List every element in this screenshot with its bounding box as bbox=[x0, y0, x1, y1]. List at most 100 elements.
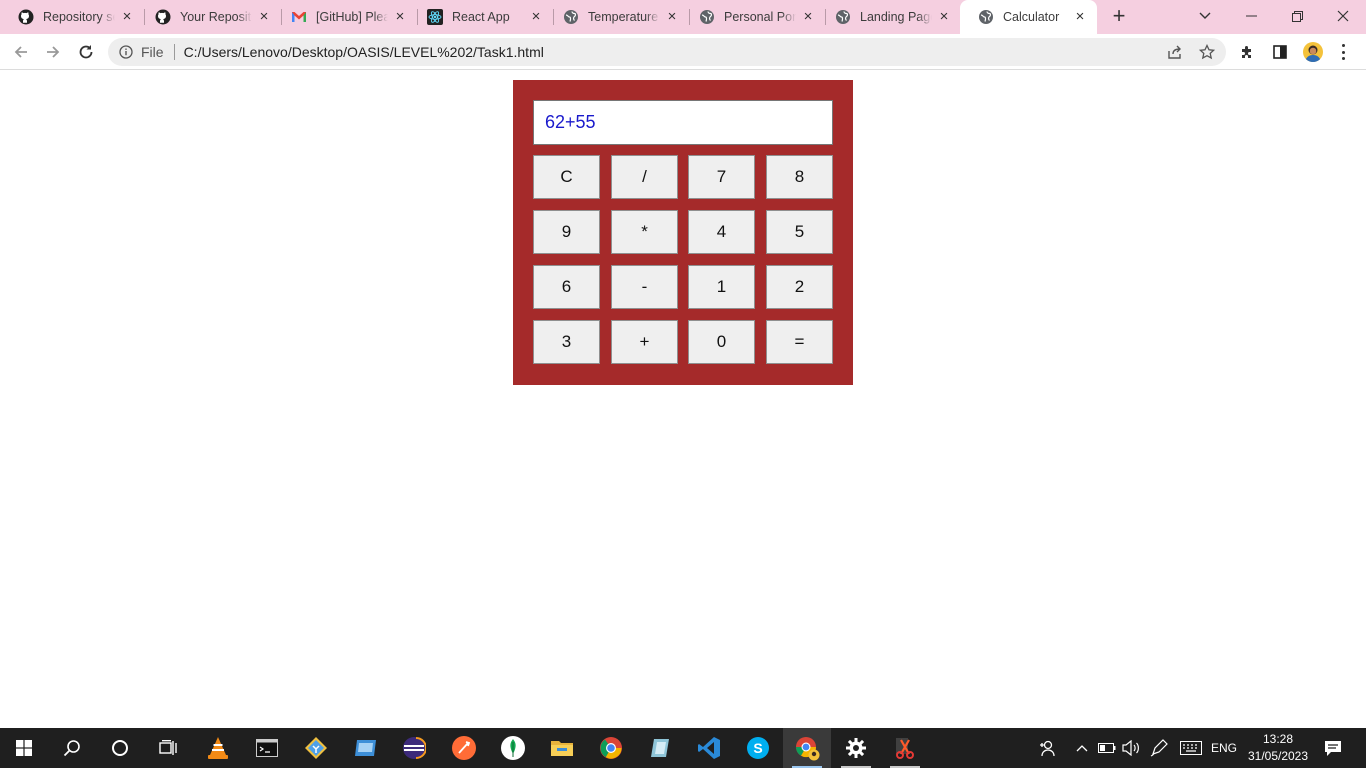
key-7[interactable]: 7 bbox=[688, 155, 755, 199]
tab-repository-search[interactable]: Repository se × bbox=[0, 0, 145, 34]
chrome-profile-icon bbox=[795, 737, 820, 761]
key-subtract[interactable]: - bbox=[611, 265, 678, 309]
tab-landing-page[interactable]: Landing Page × bbox=[817, 0, 961, 34]
show-hidden-icons-button[interactable] bbox=[1072, 728, 1092, 768]
git-app[interactable] bbox=[292, 728, 340, 768]
calculator-display[interactable] bbox=[533, 100, 833, 145]
tab-react-app[interactable]: React App × bbox=[409, 0, 554, 34]
glass-app[interactable] bbox=[636, 728, 684, 768]
notification-icon bbox=[1325, 741, 1341, 756]
tab-label: Repository se bbox=[43, 10, 115, 24]
key-3[interactable]: 3 bbox=[533, 320, 600, 364]
terminal-icon bbox=[256, 739, 278, 757]
postman-app[interactable] bbox=[440, 728, 488, 768]
tab-close-icon[interactable]: × bbox=[1073, 9, 1087, 24]
key-5[interactable]: 5 bbox=[766, 210, 833, 254]
vscode-app[interactable] bbox=[685, 728, 733, 768]
info-icon[interactable] bbox=[119, 45, 133, 59]
key-add[interactable]: + bbox=[611, 320, 678, 364]
system-clock[interactable]: 13:28 31/05/2023 bbox=[1244, 731, 1312, 765]
side-panel-icon[interactable] bbox=[1270, 42, 1290, 62]
tab-personal-portfolio[interactable]: Personal Port × bbox=[681, 0, 826, 34]
scissors-icon bbox=[896, 738, 914, 759]
search-button[interactable] bbox=[48, 728, 96, 768]
mongodb-compass-app[interactable] bbox=[489, 728, 537, 768]
address-bar[interactable]: File C:/Users/Lenovo/Desktop/OASIS/LEVEL… bbox=[108, 38, 1226, 66]
clock-date: 31/05/2023 bbox=[1247, 749, 1309, 763]
globe-icon bbox=[563, 9, 579, 25]
vscode-icon bbox=[698, 737, 720, 759]
key-multiply[interactable]: * bbox=[611, 210, 678, 254]
bookmark-star-icon[interactable] bbox=[1198, 44, 1216, 60]
key-divide[interactable]: / bbox=[611, 155, 678, 199]
pen-button[interactable] bbox=[1148, 728, 1170, 768]
volume-button[interactable] bbox=[1120, 728, 1142, 768]
windows-taskbar: S ENG 13:28 31/05/2023 bbox=[0, 728, 1366, 768]
key-0[interactable]: 0 bbox=[688, 320, 755, 364]
back-button[interactable] bbox=[9, 40, 33, 64]
git-diamond-icon bbox=[305, 737, 327, 759]
new-tab-button[interactable]: + bbox=[1108, 5, 1130, 28]
extensions-puzzle-icon[interactable] bbox=[1237, 42, 1257, 62]
input-language[interactable]: ENG bbox=[1208, 728, 1240, 768]
globe-icon bbox=[699, 9, 715, 25]
reload-button[interactable] bbox=[74, 40, 98, 64]
github-icon bbox=[155, 9, 171, 25]
close-window-button[interactable] bbox=[1320, 0, 1366, 32]
key-1[interactable]: 1 bbox=[688, 265, 755, 309]
key-clear[interactable]: C bbox=[533, 155, 600, 199]
tab-your-repositories[interactable]: Your Reposito × bbox=[137, 0, 282, 34]
tab-strip: Repository se × Your Reposito × [GitHub]… bbox=[0, 0, 1366, 34]
skype-app[interactable]: S bbox=[734, 728, 782, 768]
file-explorer-app[interactable] bbox=[538, 728, 586, 768]
tab-close-icon[interactable]: × bbox=[801, 9, 815, 24]
tab-close-icon[interactable]: × bbox=[120, 9, 134, 24]
task-view-icon bbox=[159, 740, 177, 755]
chrome-profile-app[interactable] bbox=[783, 728, 831, 768]
forward-button[interactable] bbox=[41, 40, 65, 64]
page-viewport: C / 7 8 9 * 4 5 6 - 1 2 3 + 0 = bbox=[0, 71, 1366, 728]
restore-button[interactable] bbox=[1274, 0, 1320, 32]
key-equals[interactable]: = bbox=[766, 320, 833, 364]
profile-avatar[interactable] bbox=[1303, 42, 1323, 62]
tab-close-icon[interactable]: × bbox=[529, 9, 543, 24]
browser-menu-icon[interactable] bbox=[1340, 42, 1346, 62]
scheme-label: File bbox=[141, 44, 164, 60]
url-text[interactable]: C:/Users/Lenovo/Desktop/OASIS/LEVEL%202/… bbox=[184, 44, 544, 60]
tab-search-button[interactable] bbox=[1182, 0, 1228, 32]
touch-keyboard-button[interactable] bbox=[1178, 728, 1204, 768]
key-6[interactable]: 6 bbox=[533, 265, 600, 309]
terminal-app[interactable] bbox=[243, 728, 291, 768]
key-2[interactable]: 2 bbox=[766, 265, 833, 309]
minimize-button[interactable] bbox=[1228, 0, 1274, 32]
tab-close-icon[interactable]: × bbox=[393, 9, 407, 24]
restore-icon bbox=[1291, 10, 1303, 22]
battery-indicator[interactable] bbox=[1096, 728, 1118, 768]
keyboard-icon bbox=[1180, 741, 1202, 755]
clock-time: 13:28 bbox=[1262, 732, 1294, 746]
chevron-down-icon bbox=[1199, 12, 1211, 19]
key-9[interactable]: 9 bbox=[533, 210, 600, 254]
vlc-app[interactable] bbox=[194, 728, 242, 768]
chrome-app[interactable] bbox=[587, 728, 635, 768]
tab-temperature[interactable]: Temperature × bbox=[545, 0, 690, 34]
cortana-button[interactable] bbox=[96, 728, 144, 768]
task-view-button[interactable] bbox=[144, 728, 192, 768]
eclipse-app[interactable] bbox=[390, 728, 438, 768]
start-button[interactable] bbox=[0, 728, 48, 768]
tab-calculator[interactable]: Calculator × bbox=[960, 0, 1097, 34]
tab-close-icon[interactable]: × bbox=[257, 9, 271, 24]
skype-icon: S bbox=[747, 737, 769, 759]
snipping-tool-app[interactable] bbox=[881, 728, 929, 768]
share-icon[interactable] bbox=[1166, 44, 1184, 60]
action-center-button[interactable] bbox=[1320, 728, 1346, 768]
key-8[interactable]: 8 bbox=[766, 155, 833, 199]
remote-desktop-app[interactable] bbox=[342, 728, 390, 768]
key-4[interactable]: 4 bbox=[688, 210, 755, 254]
people-button[interactable] bbox=[1034, 728, 1060, 768]
tab-close-icon[interactable]: × bbox=[937, 9, 951, 24]
react-icon bbox=[427, 9, 443, 25]
settings-app[interactable] bbox=[832, 728, 880, 768]
tab-close-icon[interactable]: × bbox=[665, 9, 679, 24]
tab-github-mail[interactable]: [GitHub] Plea × bbox=[273, 0, 418, 34]
